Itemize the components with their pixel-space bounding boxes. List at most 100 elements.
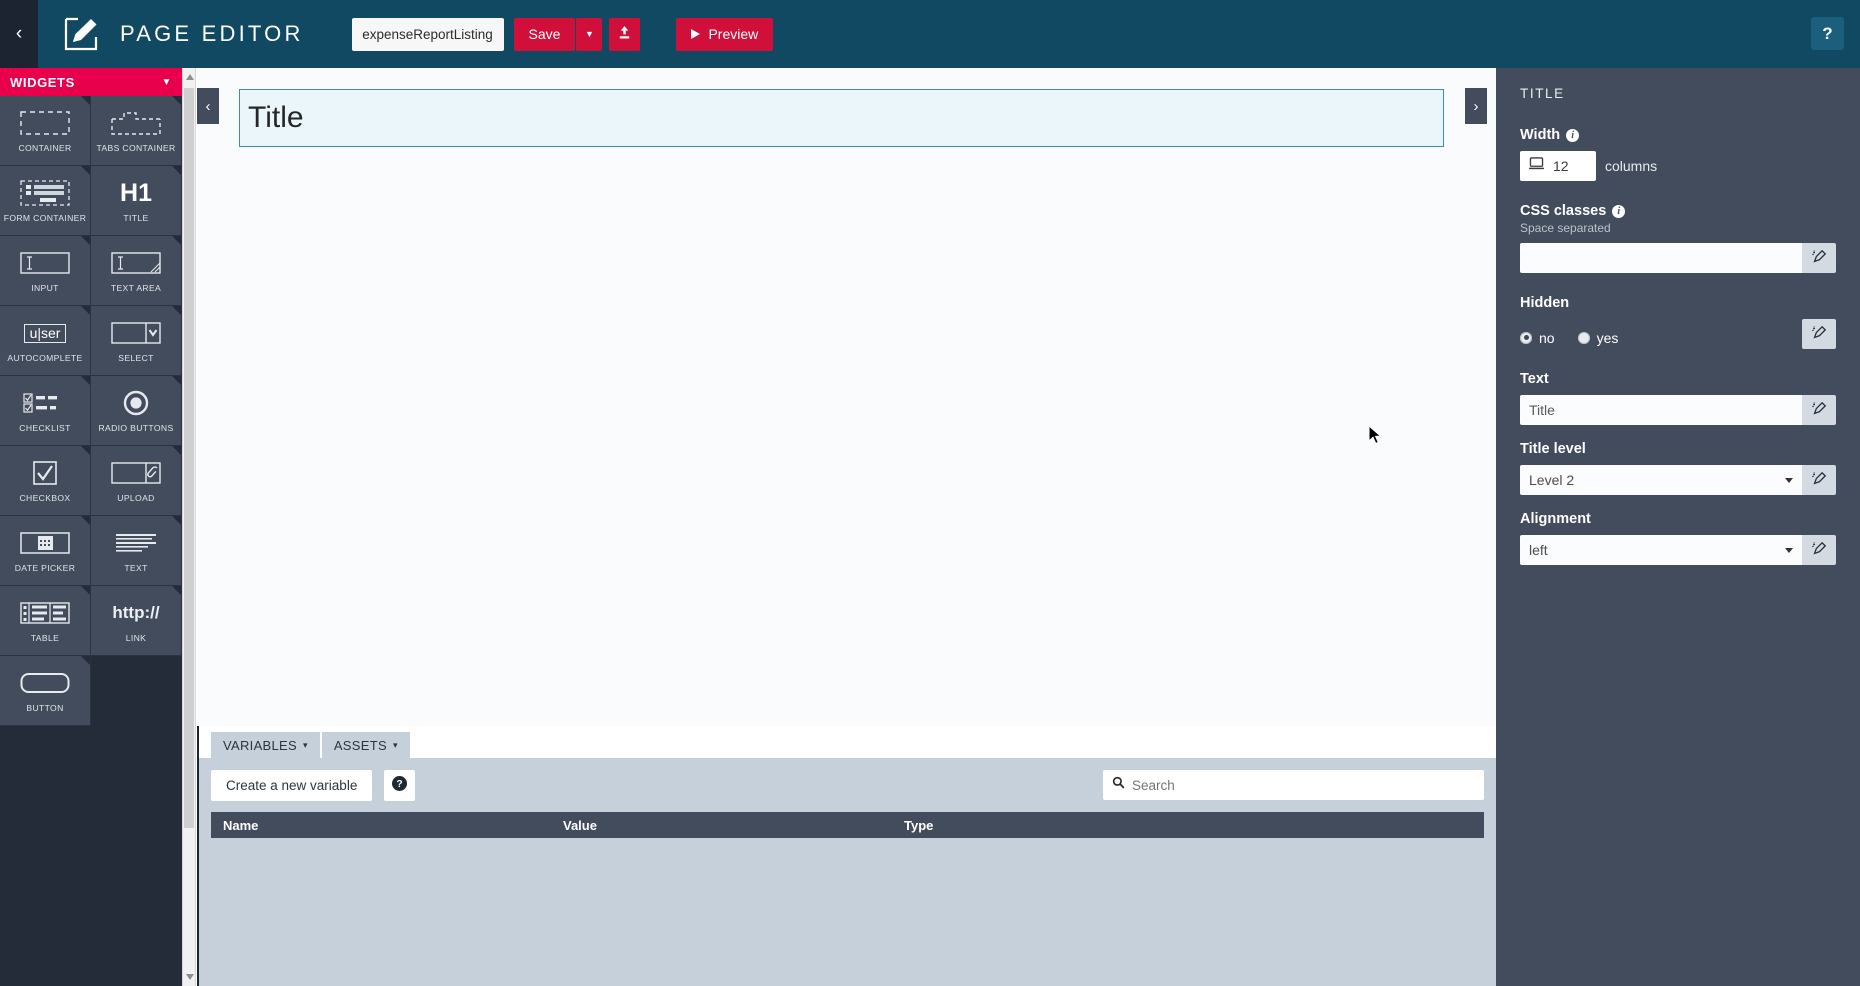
column-header-value[interactable]: Value: [563, 818, 904, 833]
properties-panel: TITLE Width i columns CSS classes i Spac…: [1496, 68, 1860, 986]
hidden-radio-yes[interactable]: [1577, 331, 1590, 344]
widget-container[interactable]: CONTAINER: [0, 96, 91, 166]
widget-checkbox[interactable]: CHECKBOX: [0, 446, 91, 516]
width-input[interactable]: [1553, 158, 1587, 174]
hidden-label: Hidden: [1520, 295, 1570, 311]
scroll-up-icon[interactable]: [186, 74, 194, 80]
tile-corner-icon: [81, 446, 90, 455]
chevron-left-icon: ‹: [15, 23, 23, 44]
widget-label: INPUT: [31, 283, 59, 293]
title-level-value: Level 2: [1529, 472, 1575, 488]
css-classes-hint: Space separated: [1520, 221, 1611, 235]
column-header-name[interactable]: Name: [211, 818, 563, 833]
widget-text-area[interactable]: TEXT AREA: [91, 236, 182, 306]
canvas-collapse-right-button[interactable]: ›: [1465, 88, 1487, 124]
http-link-icon: http://: [112, 603, 160, 622]
alignment-select[interactable]: left: [1520, 535, 1802, 565]
hidden-radio-no[interactable]: [1520, 331, 1532, 344]
chevron-right-icon: ›: [1473, 97, 1479, 115]
title-level-select[interactable]: Level 2: [1520, 465, 1802, 495]
widget-radio-buttons[interactable]: RADIO BUTTONS: [91, 376, 182, 446]
tile-corner-icon: [81, 166, 90, 175]
bind-variable-icon: [1811, 325, 1827, 344]
info-icon[interactable]: i: [1566, 128, 1580, 142]
widget-tabs-container[interactable]: TABS CONTAINER: [91, 96, 182, 166]
text-input-field[interactable]: [1520, 395, 1802, 425]
column-header-type[interactable]: Type: [904, 818, 1484, 833]
widget-label: RADIO BUTTONS: [98, 423, 174, 433]
scroll-down-icon[interactable]: [186, 974, 194, 980]
info-icon[interactable]: i: [1612, 204, 1626, 218]
bind-variable-icon: [1811, 249, 1827, 268]
chevron-left-icon: ‹: [205, 97, 211, 115]
variables-table-header: Name Value Type: [211, 812, 1484, 838]
widget-label: TEXT AREA: [110, 283, 162, 293]
widget-label: UPLOAD: [117, 493, 155, 503]
widget-label: SELECT: [118, 353, 154, 363]
variables-toolbar: Create a new variable ?: [199, 758, 1496, 812]
tab-assets-label: ASSETS: [333, 737, 387, 753]
upload-icon: [617, 25, 632, 43]
save-button[interactable]: Save: [513, 17, 576, 51]
canvas-collapse-left-button[interactable]: ‹: [197, 88, 219, 124]
calendar-icon: [20, 528, 70, 558]
variables-help-button[interactable]: ?: [384, 769, 416, 801]
widget-date-picker[interactable]: DATE PICKER: [0, 516, 91, 586]
title-level-bind-button[interactable]: [1802, 465, 1836, 495]
widget-select[interactable]: SELECT: [91, 306, 182, 376]
checklist-icon: [23, 388, 67, 418]
hidden-row: no yes: [1520, 319, 1836, 349]
tab-variables[interactable]: VARIABLES ▾: [211, 732, 320, 758]
alignment-bind-button[interactable]: [1802, 535, 1836, 565]
preview-button[interactable]: Preview: [676, 17, 774, 51]
bind-variable-icon: [1811, 471, 1827, 490]
title-level-label: Title level: [1520, 441, 1586, 457]
create-variable-button[interactable]: Create a new variable: [211, 769, 373, 801]
upload-button[interactable]: [609, 17, 641, 51]
css-classes-bind-button[interactable]: [1802, 243, 1836, 273]
widget-link[interactable]: http:// LINK: [91, 586, 182, 656]
tile-corner-icon: [172, 236, 181, 245]
widget-button[interactable]: BUTTON: [0, 656, 91, 726]
widgets-panel-header[interactable]: WIDGETS ▼: [0, 68, 182, 96]
text-label-row: Text: [1520, 371, 1836, 387]
help-button[interactable]: ?: [1811, 17, 1844, 50]
css-classes-input[interactable]: [1520, 243, 1802, 273]
scrollbar-thumb[interactable]: [184, 88, 194, 828]
width-field[interactable]: [1520, 151, 1596, 181]
title-level-label-row: Title level: [1520, 441, 1836, 457]
tile-corner-icon: [172, 306, 181, 315]
alignment-label-row: Alignment: [1520, 511, 1836, 527]
widget-checklist[interactable]: CHECKLIST: [0, 376, 91, 446]
hidden-radio-yes-label: yes: [1596, 329, 1619, 346]
variables-search-box[interactable]: [1103, 770, 1484, 800]
chevron-down-icon: ▾: [303, 739, 308, 750]
tile-corner-icon: [81, 376, 90, 385]
hidden-radio-no-label: no: [1539, 329, 1555, 346]
widget-input[interactable]: INPUT: [0, 236, 91, 306]
table-icon: [20, 598, 70, 628]
page-name-input[interactable]: [351, 17, 504, 51]
widget-form-container[interactable]: FORM CONTAINER: [0, 166, 91, 236]
canvas-title-widget[interactable]: Title: [239, 89, 1444, 147]
sidebar-scrollbar[interactable]: [182, 68, 196, 986]
widget-title[interactable]: H1 TITLE: [91, 166, 182, 236]
brand: PAGE EDITOR: [38, 13, 304, 55]
bottom-panel: VARIABLES ▾ ASSETS ▾ Create a new variab…: [197, 726, 1496, 986]
tab-assets[interactable]: ASSETS ▾: [321, 732, 410, 758]
widget-label: TITLE: [123, 213, 149, 223]
widget-upload[interactable]: UPLOAD: [91, 446, 182, 516]
text-bind-button[interactable]: [1802, 395, 1836, 425]
widget-table[interactable]: TABLE: [0, 586, 91, 656]
save-dropdown-button[interactable]: ▼: [576, 17, 603, 51]
title-level-field-group: Level 2: [1520, 465, 1836, 495]
widget-label: TEXT: [124, 563, 148, 573]
hidden-bind-button[interactable]: [1802, 319, 1836, 349]
widget-autocomplete[interactable]: u|ser AUTOCOMPLETE: [0, 306, 91, 376]
search-input[interactable]: [1132, 772, 1484, 798]
dashed-rectangle-icon: [20, 108, 70, 138]
widget-text[interactable]: TEXT: [91, 516, 182, 586]
sidebar-collapse-button[interactable]: ‹: [0, 0, 38, 68]
hidden-radio-group: no yes: [1520, 330, 1793, 346]
css-classes-label-row: CSS classes i: [1520, 203, 1836, 219]
